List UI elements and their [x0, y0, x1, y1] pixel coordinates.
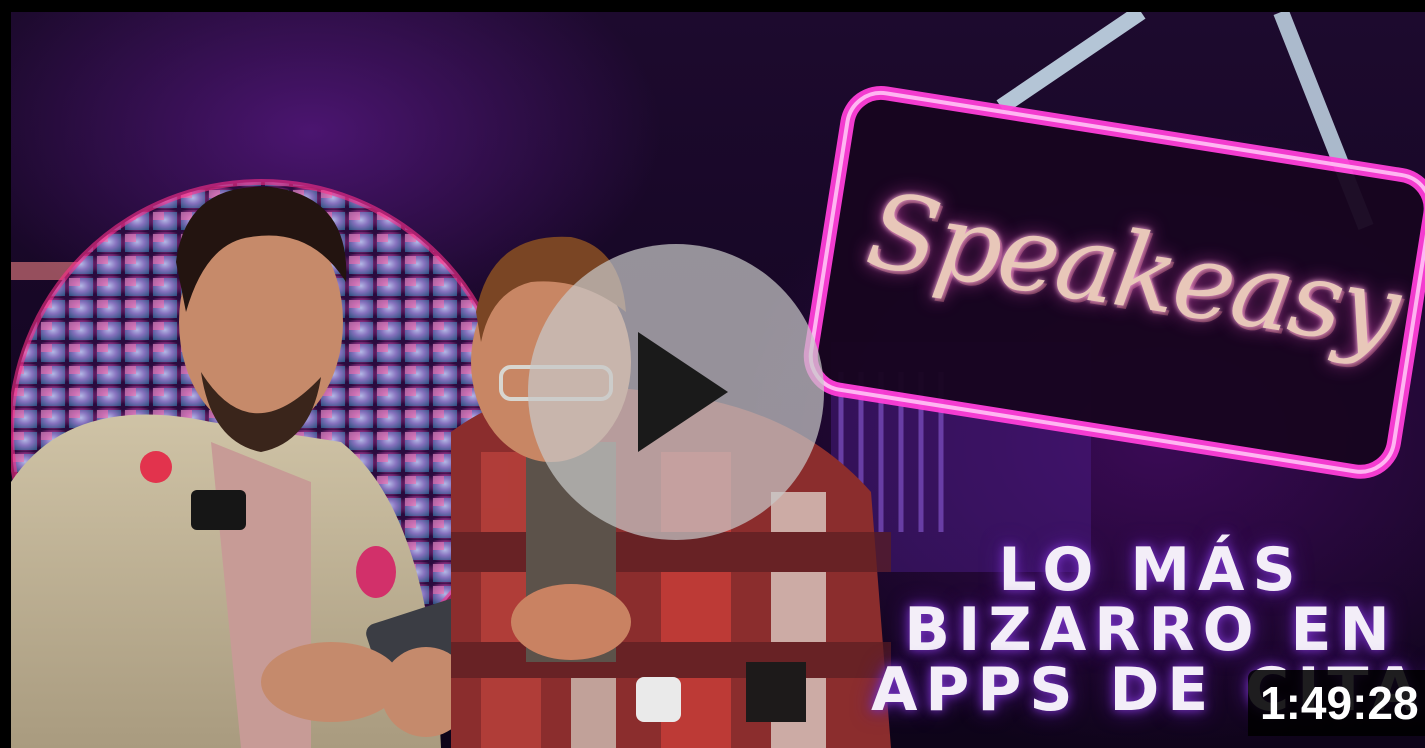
video-thumbnail-frame: Speakeasy LO MÁS BIZARRO EN APPS DE CITA… — [0, 0, 1425, 748]
video-duration-badge: 1:49:28 — [1248, 670, 1425, 736]
play-button[interactable] — [528, 244, 824, 540]
play-icon — [638, 332, 728, 452]
headline-line-2: BIZARRO EN — [904, 595, 1398, 665]
headline-line-1: LO MÁS — [998, 535, 1304, 605]
video-thumbnail[interactable]: Speakeasy LO MÁS BIZARRO EN APPS DE CITA… — [11, 12, 1425, 748]
